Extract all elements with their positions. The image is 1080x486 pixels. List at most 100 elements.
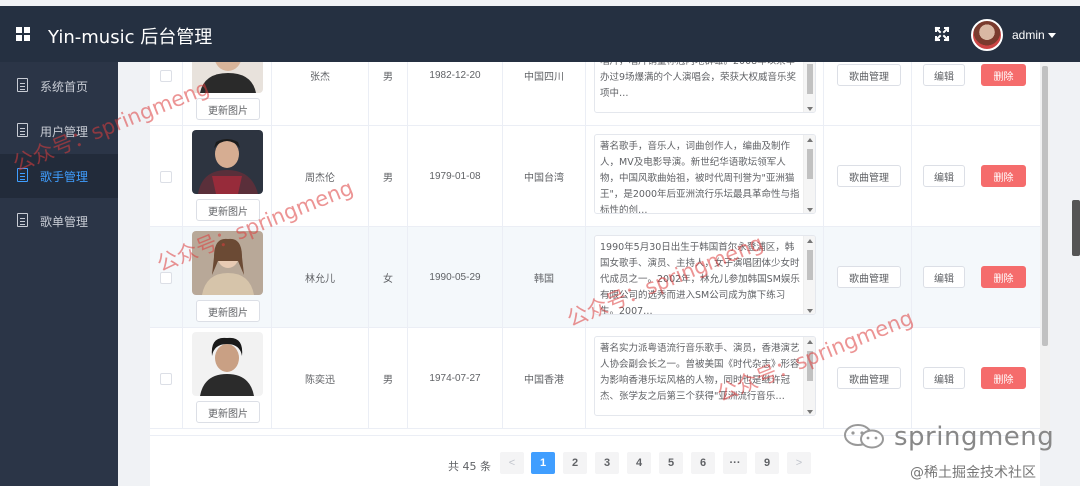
sidebar-item-playlists[interactable]: 歌单管理 bbox=[0, 199, 118, 243]
page-4-button[interactable]: 4 bbox=[627, 452, 651, 474]
brand-name: springmeng bbox=[894, 422, 1055, 452]
fullscreen-icon[interactable] bbox=[934, 26, 950, 42]
top-bar: Yin-music 后台管理 admin bbox=[0, 6, 1080, 62]
sex-cell: 男 bbox=[369, 126, 408, 227]
sidebar-item-users[interactable]: 用户管理 bbox=[0, 109, 118, 153]
table-scrollbar-thumb[interactable] bbox=[1042, 66, 1048, 346]
edit-button[interactable]: 编辑 bbox=[923, 64, 965, 86]
birth-cell: 1990-05-29 bbox=[408, 227, 503, 328]
intro-cell: 著名实力派粤语流行音乐歌手、演员，香港演艺人协会副会长之一。曾被美国《时代杂志》… bbox=[586, 328, 824, 429]
birth-cell: 1974-07-27 bbox=[408, 328, 503, 429]
intro-text: 著名歌手，音乐人，词曲创作人，编曲及制作人，MV及电影导演。新世纪华语歌坛领军人… bbox=[600, 141, 800, 214]
page-scrollbar-thumb[interactable] bbox=[1072, 200, 1080, 256]
songs-cell: 歌曲管理 bbox=[824, 227, 912, 328]
photo-cell: 更新图片 bbox=[183, 227, 272, 328]
singer-table: 更新图片 张杰 男 1982-12-20 中国四川 大…歌手。2008年出道至今… bbox=[150, 62, 1040, 436]
prev-page-button[interactable]: < bbox=[500, 452, 524, 474]
delete-button[interactable]: 删除 bbox=[981, 64, 1026, 86]
table-row: 更新图片 张杰 男 1982-12-20 中国四川 大…歌手。2008年出道至今… bbox=[150, 62, 1040, 126]
checkbox-cell bbox=[150, 328, 183, 429]
wechat-icon bbox=[844, 424, 884, 449]
edit-button[interactable]: 编辑 bbox=[923, 367, 965, 389]
checkbox-cell bbox=[150, 62, 183, 126]
name-cell: 张杰 bbox=[272, 62, 369, 126]
caret-down-icon[interactable] bbox=[1048, 33, 1056, 38]
name-cell: 林允儿 bbox=[272, 227, 369, 328]
actions-cell: 编辑 删除 bbox=[912, 126, 1040, 227]
delete-button[interactable]: 删除 bbox=[981, 266, 1026, 288]
row-checkbox[interactable] bbox=[160, 69, 172, 82]
update-photo-button[interactable]: 更新图片 bbox=[196, 300, 260, 322]
sex-cell: 女 bbox=[369, 227, 408, 328]
name-cell: 陈奕迅 bbox=[272, 328, 369, 429]
document-icon bbox=[17, 168, 28, 182]
intro-scrollbar[interactable] bbox=[803, 62, 815, 112]
table-row: 更新图片 周杰伦 男 1979-01-08 中国台湾 著名歌手，音乐人，词曲创作… bbox=[150, 126, 1040, 227]
user-avatar[interactable] bbox=[971, 19, 1003, 51]
brand-watermark: springmeng bbox=[842, 418, 1055, 454]
more-pages-button[interactable]: ··· bbox=[723, 452, 747, 474]
sidebar-item-home[interactable]: 系统首页 bbox=[0, 64, 118, 108]
photo-cell: 更新图片 bbox=[183, 328, 272, 429]
intro-scrollbar[interactable] bbox=[803, 337, 815, 415]
next-page-button[interactable]: > bbox=[787, 452, 811, 474]
page-2-button[interactable]: 2 bbox=[563, 452, 587, 474]
row-checkbox[interactable] bbox=[160, 372, 172, 385]
intro-textarea[interactable]: 著名实力派粤语流行音乐歌手、演员，香港演艺人协会副会长之一。曾被美国《时代杂志》… bbox=[594, 336, 816, 416]
songs-cell: 歌曲管理 bbox=[824, 62, 912, 126]
sidebar-item-label: 系统首页 bbox=[40, 80, 89, 94]
actions-cell: 编辑 删除 bbox=[912, 227, 1040, 328]
intro-scrollbar[interactable] bbox=[803, 135, 815, 213]
song-manage-button[interactable]: 歌曲管理 bbox=[837, 165, 901, 187]
user-name[interactable]: admin bbox=[1012, 28, 1045, 42]
checkbox-cell bbox=[150, 227, 183, 328]
intro-text: 著名实力派粤语流行音乐歌手、演员，香港演艺人协会副会长之一。曾被美国《时代杂志》… bbox=[600, 343, 800, 402]
app-title: Yin-music 后台管理 bbox=[48, 27, 213, 48]
menu-grid-icon[interactable] bbox=[16, 27, 30, 41]
birth-cell: 1979-01-08 bbox=[408, 126, 503, 227]
location-cell: 韩国 bbox=[503, 227, 586, 328]
singer-photo bbox=[192, 231, 263, 295]
update-photo-button[interactable]: 更新图片 bbox=[196, 98, 260, 120]
delete-button[interactable]: 删除 bbox=[981, 165, 1026, 187]
singer-photo bbox=[192, 130, 263, 194]
update-photo-button[interactable]: 更新图片 bbox=[196, 401, 260, 423]
location-cell: 中国台湾 bbox=[503, 126, 586, 227]
singer-photo bbox=[192, 62, 263, 93]
photo-cell: 更新图片 bbox=[183, 126, 272, 227]
page-1-button[interactable]: 1 bbox=[531, 452, 555, 474]
credit-text: @稀土掘金技术社区 bbox=[910, 465, 1036, 481]
intro-cell: 大…歌手。2008年出道至今已发行四张专辑，唱片，唱片销量称冠内地群雄。2008… bbox=[586, 62, 824, 126]
song-manage-button[interactable]: 歌曲管理 bbox=[837, 266, 901, 288]
intro-textarea[interactable]: 著名歌手，音乐人，词曲创作人，编曲及制作人，MV及电影导演。新世纪华语歌坛领军人… bbox=[594, 134, 816, 214]
location-cell: 中国香港 bbox=[503, 328, 586, 429]
pagination: 共 45 条 < 1 2 3 4 5 6 ··· 9 > bbox=[150, 452, 1040, 476]
delete-button[interactable]: 删除 bbox=[981, 367, 1026, 389]
update-photo-button[interactable]: 更新图片 bbox=[196, 199, 260, 221]
song-manage-button[interactable]: 歌曲管理 bbox=[837, 64, 901, 86]
intro-text: 1990年5月30日出生于韩国首尔永登浦区，韩国女歌手、演员、主持人，女子演唱团… bbox=[600, 242, 800, 315]
page-3-button[interactable]: 3 bbox=[595, 452, 619, 474]
intro-text: 大…歌手。2008年出道至今已发行四张专辑，唱片，唱片销量称冠内地群雄。2008… bbox=[600, 62, 797, 99]
sidebar-item-label: 歌单管理 bbox=[40, 215, 89, 229]
document-icon bbox=[17, 78, 28, 92]
song-manage-button[interactable]: 歌曲管理 bbox=[837, 367, 901, 389]
row-checkbox[interactable] bbox=[160, 271, 172, 284]
sidebar-item-singers[interactable]: 歌手管理 bbox=[0, 154, 118, 198]
intro-scrollbar[interactable] bbox=[803, 236, 815, 314]
intro-textarea[interactable]: 1990年5月30日出生于韩国首尔永登浦区，韩国女歌手、演员、主持人，女子演唱团… bbox=[594, 235, 816, 315]
page-6-button[interactable]: 6 bbox=[691, 452, 715, 474]
document-icon bbox=[17, 123, 28, 137]
pagination-total: 共 45 条 bbox=[448, 460, 491, 473]
edit-button[interactable]: 编辑 bbox=[923, 266, 965, 288]
singer-photo bbox=[192, 332, 263, 396]
table-row: 更新图片 陈奕迅 男 1974-07-27 中国香港 著名实力派粤语流行音乐歌手… bbox=[150, 328, 1040, 429]
page-9-button[interactable]: 9 bbox=[755, 452, 779, 474]
row-checkbox[interactable] bbox=[160, 170, 172, 183]
intro-cell: 著名歌手，音乐人，词曲创作人，编曲及制作人，MV及电影导演。新世纪华语歌坛领军人… bbox=[586, 126, 824, 227]
intro-textarea[interactable]: 大…歌手。2008年出道至今已发行四张专辑，唱片，唱片销量称冠内地群雄。2008… bbox=[594, 62, 816, 113]
sex-cell: 男 bbox=[369, 328, 408, 429]
page-5-button[interactable]: 5 bbox=[659, 452, 683, 474]
table-scrollbar[interactable] bbox=[1040, 62, 1050, 436]
edit-button[interactable]: 编辑 bbox=[923, 165, 965, 187]
